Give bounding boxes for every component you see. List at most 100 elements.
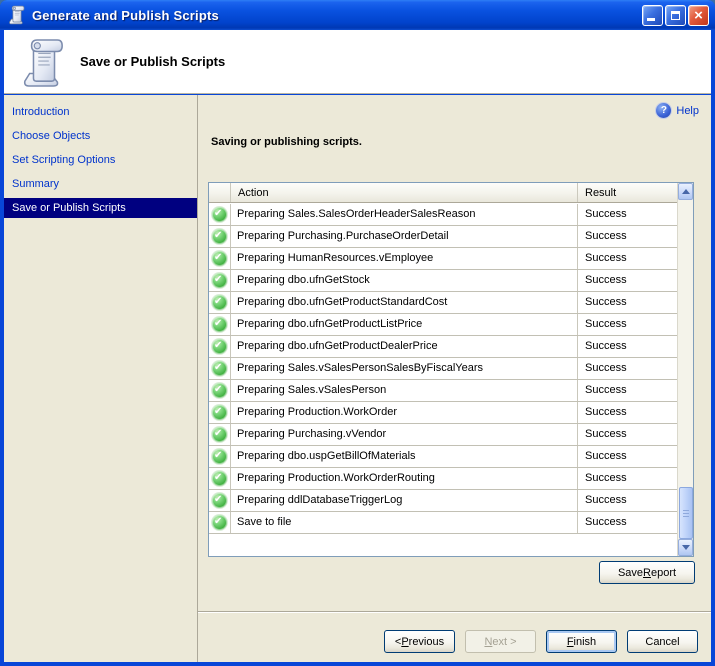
- vertical-scrollbar[interactable]: [677, 183, 693, 556]
- table-body: Preparing Sales.SalesOrderHeaderSalesRea…: [209, 204, 677, 534]
- table-row[interactable]: Preparing dbo.uspGetBillOfMaterials Succ…: [209, 446, 677, 468]
- table-row[interactable]: Preparing HumanResources.vEmployee Succe…: [209, 248, 677, 270]
- success-icon: [209, 226, 231, 247]
- action-cell: Preparing dbo.ufnGetProductDealerPrice: [231, 336, 578, 357]
- window-controls: ×: [642, 4, 709, 26]
- result-cell: Success: [585, 516, 627, 528]
- table-row[interactable]: Preparing dbo.ufnGetProductDealerPrice S…: [209, 336, 677, 358]
- maximize-icon: [671, 10, 680, 20]
- window-title: Generate and Publish Scripts: [32, 7, 219, 23]
- close-button[interactable]: ×: [688, 4, 709, 26]
- results-table: Action Result Preparing Sales.SalesOrder…: [208, 182, 694, 557]
- help-label: Help: [676, 104, 699, 117]
- table-row[interactable]: Preparing dbo.ufnGetStock Success: [209, 270, 677, 292]
- result-cell: Success: [585, 428, 627, 440]
- action-cell: Preparing dbo.ufnGetProductStandardCost: [231, 292, 578, 313]
- result-cell: Success: [585, 208, 627, 220]
- minimize-button[interactable]: [642, 4, 663, 26]
- table-row[interactable]: Save to file Success: [209, 512, 677, 534]
- wizard-page-content: ? Help Saving or publishing scripts. Act…: [198, 95, 711, 662]
- sidebar-item-choose-objects[interactable]: Choose Objects: [4, 126, 197, 146]
- table-row[interactable]: Preparing Production.WorkOrderRouting Su…: [209, 468, 677, 490]
- result-cell: Success: [585, 362, 627, 374]
- save-report-label: Save: [617, 566, 644, 579]
- action-cell: Preparing dbo.ufnGetProductListPrice: [231, 314, 578, 335]
- result-cell: Success: [585, 318, 627, 330]
- finish-button[interactable]: Finish: [546, 630, 617, 653]
- scroll-down-button[interactable]: [678, 539, 693, 556]
- action-cell: Preparing Purchasing.vVendor: [231, 424, 578, 445]
- action-cell: Save to file: [231, 512, 578, 533]
- page-title: Save or Publish Scripts: [80, 54, 226, 69]
- success-icon: [209, 292, 231, 313]
- action-cell: Preparing HumanResources.vEmployee: [231, 248, 578, 269]
- table-header: Action Result: [209, 183, 677, 203]
- result-cell: Success: [585, 472, 627, 484]
- script-scroll-icon: [9, 5, 25, 25]
- table-row[interactable]: Preparing Purchasing.vVendor Success: [209, 424, 677, 446]
- table-row[interactable]: Preparing Sales.vSalesPerson Success: [209, 380, 677, 402]
- table-row[interactable]: Preparing dbo.ufnGetProductStandardCost …: [209, 292, 677, 314]
- status-text: Saving or publishing scripts.: [211, 136, 362, 148]
- success-icon: [209, 490, 231, 511]
- table-row[interactable]: Preparing Sales.vSalesPersonSalesByFisca…: [209, 358, 677, 380]
- action-cell: Preparing Sales.vSalesPersonSalesByFisca…: [231, 358, 578, 379]
- next-button[interactable]: Next >: [465, 630, 536, 653]
- action-cell: Preparing ddlDatabaseTriggerLog: [231, 490, 578, 511]
- success-icon: [209, 402, 231, 423]
- action-cell: Preparing Production.WorkOrderRouting: [231, 468, 578, 489]
- action-cell: Preparing dbo.ufnGetStock: [231, 270, 578, 291]
- table-row[interactable]: Preparing Purchasing.PurchaseOrderDetail…: [209, 226, 677, 248]
- result-cell: Success: [585, 450, 627, 462]
- sidebar-item-introduction[interactable]: Introduction: [4, 102, 197, 122]
- close-icon: ×: [694, 6, 703, 24]
- action-cell: Preparing Sales.SalesOrderHeaderSalesRea…: [231, 204, 578, 225]
- action-cell: Preparing Production.WorkOrder: [231, 402, 578, 423]
- previous-button[interactable]: < Previous: [384, 630, 455, 653]
- result-cell: Success: [585, 296, 627, 308]
- column-header-action[interactable]: Action: [231, 183, 578, 202]
- success-icon: [209, 336, 231, 357]
- result-cell: Success: [585, 340, 627, 352]
- help-link[interactable]: ? Help: [656, 103, 699, 118]
- scrollbar-track[interactable]: [678, 200, 693, 539]
- scroll-up-button[interactable]: [678, 183, 693, 200]
- wizard-window: Generate and Publish Scripts × Save or P…: [0, 0, 715, 666]
- chevron-down-icon: [681, 545, 690, 550]
- sidebar-item-set-scripting-options[interactable]: Set Scripting Options: [4, 150, 197, 170]
- success-icon: [209, 468, 231, 489]
- save-report-button[interactable]: Save Report: [599, 561, 695, 584]
- success-icon: [209, 248, 231, 269]
- result-cell: Success: [585, 274, 627, 286]
- maximize-button[interactable]: [665, 4, 686, 26]
- wizard-navigation: < Previous Next > Finish Cancel: [384, 630, 698, 653]
- result-cell: Success: [585, 384, 627, 396]
- result-cell: Success: [585, 494, 627, 506]
- wizard-banner: Save or Publish Scripts: [4, 30, 711, 94]
- cancel-button[interactable]: Cancel: [627, 630, 698, 653]
- action-cell: Preparing dbo.uspGetBillOfMaterials: [231, 446, 578, 467]
- column-header-icon: [209, 183, 231, 202]
- sidebar-item-summary[interactable]: Summary: [4, 174, 197, 194]
- table-row[interactable]: Preparing Sales.SalesOrderHeaderSalesRea…: [209, 204, 677, 226]
- result-cell: Success: [585, 230, 627, 242]
- minimize-icon: [647, 17, 655, 21]
- table-row[interactable]: Preparing ddlDatabaseTriggerLog Success: [209, 490, 677, 512]
- success-icon: [209, 270, 231, 291]
- result-cell: Success: [585, 252, 627, 264]
- success-icon: [209, 314, 231, 335]
- sidebar-item-save-or-publish-scripts[interactable]: Save or Publish Scripts: [4, 198, 197, 218]
- column-header-result[interactable]: Result: [578, 183, 677, 202]
- success-icon: [209, 358, 231, 379]
- success-icon: [209, 512, 231, 533]
- table-row[interactable]: Preparing dbo.ufnGetProductListPrice Suc…: [209, 314, 677, 336]
- success-icon: [209, 424, 231, 445]
- table-row[interactable]: Preparing Production.WorkOrder Success: [209, 402, 677, 424]
- scrollbar-thumb[interactable]: [679, 487, 693, 539]
- window-titlebar[interactable]: Generate and Publish Scripts ×: [0, 0, 715, 30]
- success-icon: [209, 204, 231, 225]
- action-cell: Preparing Purchasing.PurchaseOrderDetail: [231, 226, 578, 247]
- chevron-up-icon: [681, 189, 690, 194]
- success-icon: [209, 380, 231, 401]
- help-icon: ?: [656, 103, 672, 118]
